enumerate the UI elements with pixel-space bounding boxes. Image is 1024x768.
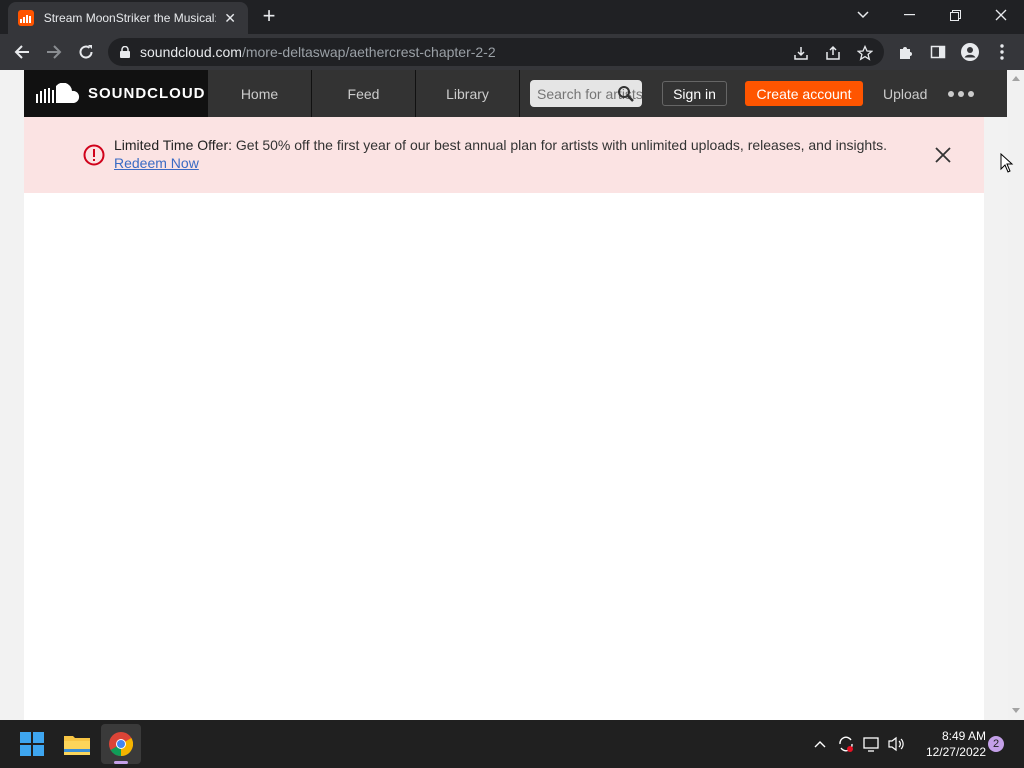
browser-menu-kebab-icon[interactable]	[992, 42, 1012, 62]
new-tab-button[interactable]: +	[258, 5, 280, 27]
scroll-down-arrow-icon[interactable]	[1012, 708, 1020, 713]
sign-in-button[interactable]: Sign in	[662, 81, 727, 106]
search-icon[interactable]	[617, 85, 635, 103]
tab-title: Stream MoonStriker the Musical:	[43, 11, 217, 25]
clock-time: 8:49 AM	[941, 729, 986, 743]
upload-link[interactable]: Upload	[883, 81, 927, 106]
tray-overflow-chevron-icon[interactable]	[810, 734, 830, 754]
alert-circle-icon	[83, 144, 105, 166]
nav-feed[interactable]: Feed	[312, 70, 416, 117]
browser-tab-strip: Stream MoonStriker the Musical: ✕ +	[0, 0, 1024, 34]
banner-body: Get 50% off the first year of our best a…	[232, 137, 888, 153]
soundcloud-favicon-icon	[18, 10, 34, 26]
back-arrow-icon[interactable]	[10, 40, 34, 64]
banner-offer-label: Limited Time Offer:	[114, 137, 233, 153]
nav-home[interactable]: Home	[208, 70, 312, 117]
redeem-now-link[interactable]: Redeem Now	[114, 155, 199, 171]
system-clock[interactable]: 8:49 AM 12/27/2022	[914, 728, 986, 760]
chrome-taskbar-icon[interactable]	[101, 724, 141, 764]
volume-icon[interactable]	[887, 734, 907, 754]
banner-close-icon[interactable]	[934, 146, 952, 164]
tab-close-icon[interactable]: ✕	[222, 10, 238, 27]
tab-search-chevron-icon[interactable]	[840, 0, 886, 30]
sync-icon[interactable]	[836, 734, 856, 754]
mouse-cursor-icon	[1000, 153, 1014, 173]
create-account-button[interactable]: Create account	[745, 81, 863, 106]
banner-message: Limited Time Offer: Get 50% off the firs…	[114, 136, 894, 172]
url-text: soundcloud.com/more-deltaswap/aethercres…	[140, 44, 496, 60]
scroll-up-arrow-icon[interactable]	[1012, 76, 1020, 81]
address-bar[interactable]: soundcloud.com/more-deltaswap/aethercres…	[108, 38, 884, 66]
install-app-icon[interactable]	[792, 44, 810, 62]
restore-icon[interactable]	[932, 0, 978, 30]
file-explorer-icon[interactable]	[57, 724, 97, 764]
minimize-icon[interactable]	[886, 0, 932, 30]
windows-start-icon[interactable]	[12, 724, 52, 764]
soundcloud-header: SOUNDCLOUD Home Feed Library Sign in Cre…	[24, 70, 1007, 117]
share-icon[interactable]	[824, 44, 842, 62]
network-icon[interactable]	[862, 734, 882, 754]
side-panel-icon[interactable]	[928, 42, 948, 62]
forward-arrow-icon[interactable]	[42, 40, 66, 64]
main-content	[24, 193, 984, 720]
page-viewport: SOUNDCLOUD Home Feed Library Sign in Cre…	[0, 70, 1008, 720]
soundcloud-logo[interactable]: SOUNDCLOUD	[24, 70, 208, 117]
close-window-icon[interactable]	[978, 0, 1024, 30]
more-options-icon[interactable]	[948, 84, 974, 104]
browser-tab[interactable]: Stream MoonStriker the Musical: ✕	[8, 2, 248, 34]
soundcloud-wordmark: SOUNDCLOUD	[88, 85, 206, 102]
notification-badge[interactable]: 2	[988, 736, 1004, 752]
nav-library[interactable]: Library	[416, 70, 520, 117]
browser-toolbar: soundcloud.com/more-deltaswap/aethercres…	[0, 34, 1024, 70]
extensions-puzzle-icon[interactable]	[896, 42, 916, 62]
soundcloud-cloud-icon	[36, 82, 80, 103]
windows-taskbar: 8:49 AM 12/27/2022 2	[0, 720, 1024, 768]
promo-banner: Limited Time Offer: Get 50% off the firs…	[24, 117, 984, 193]
lock-icon	[120, 46, 130, 58]
profile-avatar-icon[interactable]	[960, 42, 980, 62]
clock-date: 12/27/2022	[925, 745, 986, 759]
bookmark-star-icon[interactable]	[856, 44, 874, 62]
reload-icon[interactable]	[74, 40, 98, 64]
